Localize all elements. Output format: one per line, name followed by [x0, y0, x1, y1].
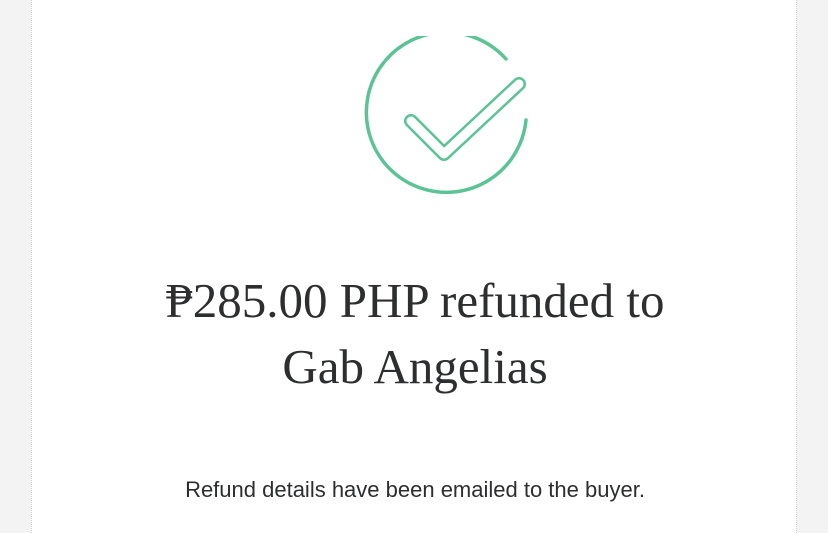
- check-circle-ring: [364, 30, 528, 195]
- refund-email-note: Refund details have been emailed to the …: [185, 477, 645, 502]
- check-circle-icon: [364, 30, 532, 204]
- refund-amount-line: ₱285.00 PHP refunded to: [165, 273, 665, 328]
- buyer-name-line: Gab Angelias: [282, 339, 548, 394]
- refund-confirmation-page: ₱285.00 PHP refunded to Gab Angelias Ref…: [0, 0, 828, 533]
- confirmation-card: ₱285.00 PHP refunded to Gab Angelias Ref…: [31, 0, 797, 533]
- refund-headline: ₱285.00 PHP refunded to Gab Angelias: [32, 268, 798, 400]
